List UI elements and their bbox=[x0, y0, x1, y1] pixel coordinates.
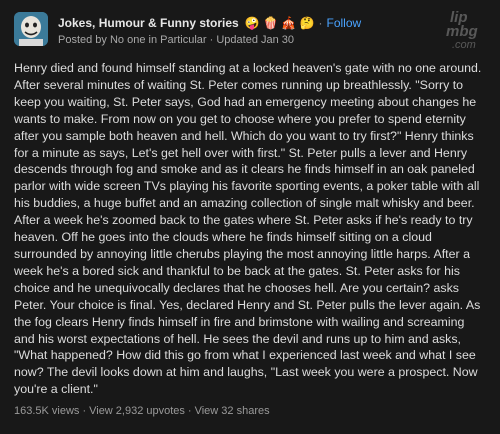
separator-dot: · bbox=[318, 16, 323, 30]
space-title-row: Jokes, Humour & Funny stories 🤪 🍿 🎪 🤔 · Fol… bbox=[58, 16, 361, 30]
stats-separator: · bbox=[187, 405, 192, 417]
post-meta: Posted by No one in Particular · Updated… bbox=[58, 34, 295, 46]
space-avatar[interactable] bbox=[14, 12, 48, 46]
stats-separator: · bbox=[82, 405, 87, 417]
watermark-logo: lip mbg .com bbox=[446, 9, 478, 51]
views-count: 163.5K views bbox=[14, 405, 80, 417]
post-card: Jokes, Humour & Funny stories 🤪 🍿 🎪 🤔 · Fol… bbox=[0, 0, 500, 434]
post-header: Jokes, Humour & Funny stories 🤪 🍿 🎪 🤔 · Fol… bbox=[14, 12, 486, 52]
space-name-link[interactable]: Jokes, Humour & Funny stories bbox=[58, 16, 239, 30]
face-icon bbox=[14, 12, 48, 46]
follow-button[interactable]: Follow bbox=[326, 16, 361, 30]
post-body: Henry died and found himself standing at… bbox=[14, 60, 488, 398]
post-body-text: Henry died and found himself standing at… bbox=[14, 61, 482, 397]
space-emojis: 🤪 🍿 🎪 🤔 bbox=[244, 16, 315, 30]
shares-link[interactable]: View 32 shares bbox=[195, 405, 270, 417]
watermark-text-b: mbg bbox=[446, 23, 478, 40]
watermark-text-c: .com bbox=[452, 39, 476, 51]
post-stats: 163.5K views · View 2,932 upvotes · View 32 … bbox=[14, 405, 270, 417]
upvotes-link[interactable]: View 2,932 upvotes bbox=[89, 405, 185, 417]
